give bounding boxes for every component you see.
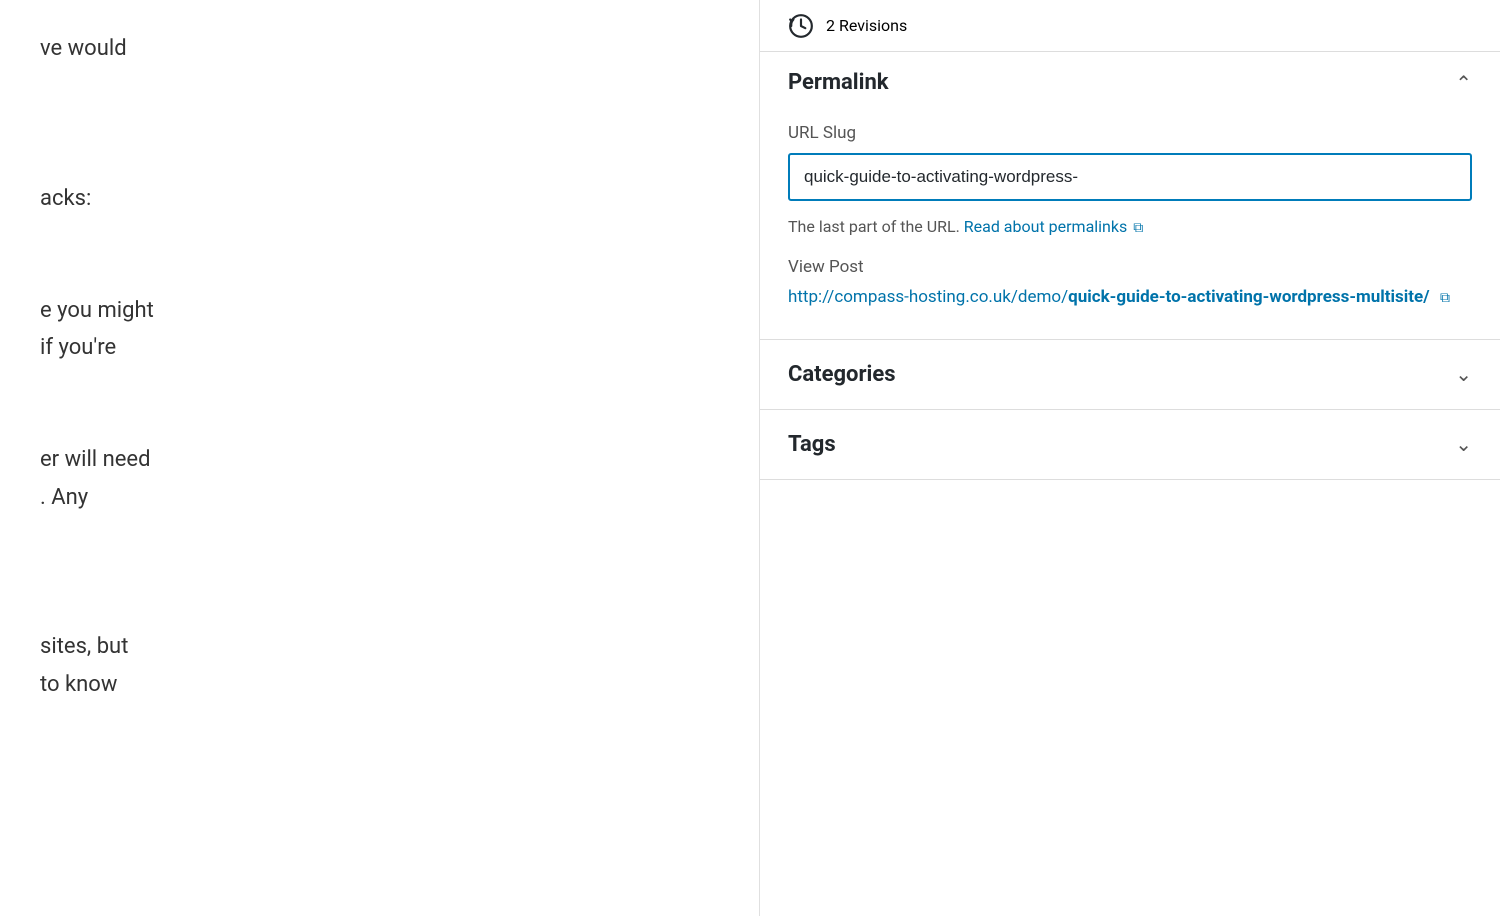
chevron-down-icon-categories: ⌄ — [1455, 362, 1472, 386]
text-line-2: acks: — [40, 180, 719, 217]
permalink-header[interactable]: Permalink ⌃ — [760, 52, 1500, 113]
text-line-1: ve would — [40, 30, 719, 67]
permalink-section: Permalink ⌃ URL Slug The last part of th… — [760, 52, 1500, 340]
categories-header[interactable]: Categories ⌄ — [760, 340, 1500, 409]
sidebar-panel: 2 Revisions Permalink ⌃ URL Slug The las… — [760, 0, 1500, 916]
permalink-body: URL Slug The last part of the URL. Read … — [760, 113, 1500, 339]
external-link-icon: ⧉ — [1133, 218, 1143, 239]
text-line-5: er will need — [40, 441, 719, 478]
categories-section: Categories ⌄ — [760, 340, 1500, 410]
view-post-base: http://compass-hosting.co.uk/demo/ — [788, 287, 1068, 307]
read-about-permalinks-link[interactable]: Read about permalinks ⧉ — [964, 217, 1143, 236]
tags-section: Tags ⌄ — [760, 410, 1500, 480]
view-post-external-icon: ⧉ — [1440, 288, 1450, 309]
text-line-3: e you might — [40, 292, 719, 329]
url-slug-label: URL Slug — [788, 123, 1472, 143]
tags-header[interactable]: Tags ⌄ — [760, 410, 1500, 479]
view-post-url: http://compass-hosting.co.uk/demo/quick-… — [788, 285, 1472, 311]
view-post-slug: quick-guide-to-activating-wordpress-mult… — [1068, 287, 1429, 307]
text-line-8: to know — [40, 666, 719, 703]
help-text-prefix: The last part of the URL. — [788, 217, 964, 236]
revisions-bar[interactable]: 2 Revisions — [760, 0, 1500, 52]
article-content: ve would acks: e you might if you're er … — [0, 0, 760, 916]
view-post-label: View Post — [788, 257, 1472, 277]
text-line-6: . Any — [40, 479, 719, 516]
permalink-help-text: The last part of the URL. Read about per… — [788, 215, 1472, 239]
text-line-4: if you're — [40, 329, 719, 366]
url-slug-input[interactable] — [788, 153, 1472, 201]
chevron-down-icon-tags: ⌄ — [1455, 432, 1472, 456]
permalink-title: Permalink — [788, 70, 889, 95]
revisions-label: 2 Revisions — [826, 16, 907, 35]
clock-icon — [788, 13, 814, 39]
tags-title: Tags — [788, 432, 836, 457]
chevron-up-icon: ⌃ — [1455, 71, 1472, 95]
categories-title: Categories — [788, 362, 896, 387]
view-post-link[interactable]: http://compass-hosting.co.uk/demo/quick-… — [788, 287, 1450, 307]
text-line-7: sites, but — [40, 628, 719, 665]
